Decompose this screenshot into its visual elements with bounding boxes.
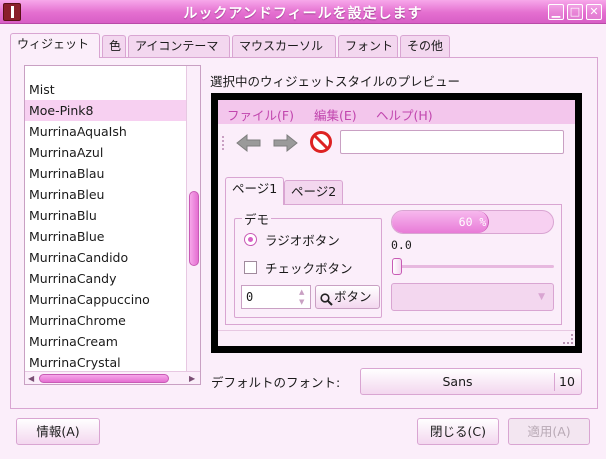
stop-icon[interactable] [310,131,332,153]
widget-preview: ファイル(F) 編集(E) ヘルプ(H) ページ1 ページ2 ラジオボタン チェ… [218,100,575,346]
spin-up-icon[interactable]: ▲ [299,288,308,297]
search-icon [320,291,333,306]
list-item[interactable]: MurrinaBlu [25,205,188,226]
scale-trough[interactable] [396,265,554,268]
check-button[interactable] [244,261,257,274]
list-item[interactable]: Mist [25,79,188,100]
preview-statusbar [218,330,575,346]
scale-value: 0.0 [391,238,412,252]
preview-toolbar [218,128,575,158]
scroll-left-icon[interactable]: ◀ [28,374,34,383]
spin-down-icon[interactable]: ▼ [299,298,308,307]
font-separator [554,373,555,391]
list-item-clipped-top [25,66,188,79]
list-item[interactable]: MurrinaCandy [25,268,188,289]
about-button[interactable]: 情報(A) [16,418,100,445]
preview-menubar: ファイル(F) 編集(E) ヘルプ(H) [218,100,575,124]
close-button[interactable]: 閉じる(C) [417,418,499,445]
back-arrow-icon[interactable] [236,133,262,153]
preview-tab-panel: ラジオボタン チェックボタン 0 ▲ ▼ ボタン デモ 60 % 0.0 ▼ [225,204,562,325]
maximize-button[interactable]: □ [567,4,583,20]
menu-edit[interactable]: 編集(E) [314,105,357,124]
list-vertical-scrollbar[interactable] [186,66,200,373]
demo-button[interactable]: ボタン [315,285,380,309]
scroll-right-icon[interactable]: ▶ [189,374,195,383]
scale-slider-handle[interactable] [392,258,402,275]
combo-box[interactable]: ▼ [391,283,554,311]
tab-color[interactable]: 色 [102,35,126,57]
tab-widget[interactable]: ウィジェット [10,33,100,58]
list-item-selected[interactable]: Moe-Pink8 [25,100,188,121]
theme-list-rows: Mist Moe-Pink8 MurrinaAquaIsh MurrinaAzu… [25,66,188,373]
forward-arrow-icon[interactable] [272,133,298,153]
progress-text: 60 % [458,215,487,229]
list-item[interactable]: MurrinaCandido [25,247,188,268]
list-item[interactable]: MurrinaCrystal [25,352,188,373]
menu-help[interactable]: ヘルプ(H) [376,105,433,124]
window-title: ルックアンドフィールを設定します [183,6,423,22]
theme-list[interactable]: Mist Moe-Pink8 MurrinaAquaIsh MurrinaAzu… [24,65,201,385]
font-picker-button[interactable]: Sans 10 [360,368,582,395]
spin-button[interactable]: 0 ▲ ▼ [241,285,311,309]
tab-other[interactable]: その他 [400,35,450,57]
progress-bar: 60 % [391,210,554,234]
chevron-down-icon: ▼ [538,292,545,302]
demo-button-label: ボタン [334,289,372,304]
toolbar-grip-icon[interactable] [222,136,225,150]
tab-page2[interactable]: ページ2 [284,180,344,204]
tab-mouse-cursor[interactable]: マウスカーソル [232,35,336,57]
demo-frame-label: デモ [242,209,272,228]
list-item[interactable]: MurrinaChrome [25,310,188,331]
tab-page1[interactable]: ページ1 [225,177,285,205]
list-item[interactable]: MurrinaAquaIsh [25,121,188,142]
resize-grip-icon[interactable] [563,334,573,344]
preview-frame: ファイル(F) 編集(E) ヘルプ(H) ページ1 ページ2 ラジオボタン チェ… [211,93,582,353]
demo-frame: ラジオボタン チェックボタン 0 ▲ ▼ ボタン [234,218,382,318]
list-item[interactable]: MurrinaAzul [25,142,188,163]
check-label[interactable]: チェックボタン [265,258,353,277]
list-item[interactable]: MurrinaBlau [25,163,188,184]
vertical-scroll-thumb[interactable] [189,191,199,266]
spin-value: 0 [246,290,254,304]
tab-icon-theme[interactable]: アイコンテーマ [128,35,230,57]
horizontal-scroll-thumb[interactable] [39,374,169,383]
radio-button[interactable] [244,233,257,246]
radio-label[interactable]: ラジオボタン [265,230,340,249]
list-item[interactable]: MurrinaCappuccino [25,289,188,310]
list-item[interactable]: MurrinaBlue [25,226,188,247]
preview-label: 選択中のウィジェットスタイルのプレビュー [210,74,461,89]
font-size: 10 [559,374,575,389]
list-horizontal-scrollbar[interactable]: ◀ ▶ [25,371,200,384]
tab-font[interactable]: フォント [338,35,398,57]
toolbar-entry[interactable] [340,130,564,154]
font-name: Sans [442,374,473,389]
default-font-label: デフォルトのフォント: [211,375,341,390]
title-bar: ルックアンドフィールを設定します ▁ □ ✕ [0,0,606,24]
minimize-button[interactable]: ▁ [548,4,564,20]
list-item[interactable]: MurrinaBleu [25,184,188,205]
close-window-button[interactable]: ✕ [586,4,602,20]
menu-file[interactable]: ファイル(F) [227,105,294,124]
tab-panel: Mist Moe-Pink8 MurrinaAquaIsh MurrinaAzu… [10,57,598,409]
list-item[interactable]: MurrinaCream [25,331,188,352]
apply-button[interactable]: 適用(A) [508,418,590,445]
